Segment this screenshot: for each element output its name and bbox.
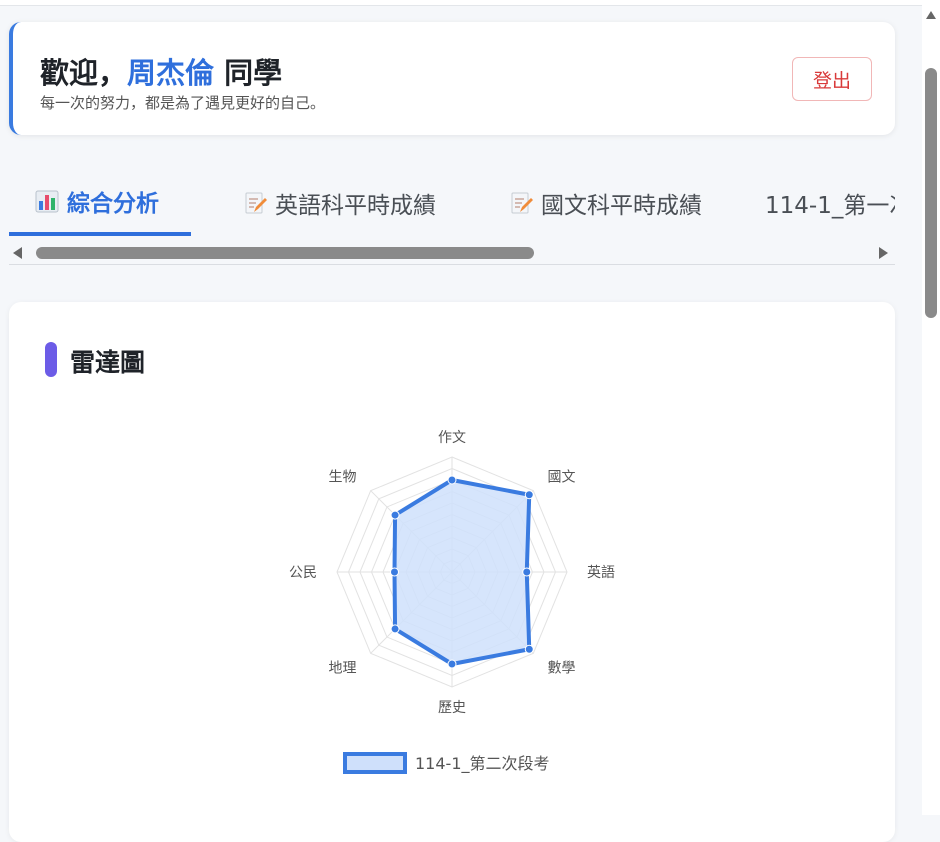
radar-data-point (524, 644, 534, 654)
radar-axis-label: 公民 (289, 565, 317, 581)
radar-axis-label: 數學 (547, 660, 575, 676)
page-scrollbar[interactable] (922, 0, 940, 815)
logout-button[interactable]: 登出 (792, 57, 872, 101)
radar-chart: 作文國文英語數學歷史 地理 公民 生物 114-1_第二次段考 (289, 430, 615, 774)
welcome-prefix: 歡迎， (40, 56, 128, 90)
welcome-suffix: 同學 (214, 56, 283, 90)
radar-axis-label: 英語 (587, 564, 615, 581)
legend-swatch (343, 752, 407, 774)
bar-chart-icon (35, 189, 59, 213)
radar-data-point (522, 567, 532, 577)
scroll-right-icon[interactable] (879, 247, 888, 259)
tab-scrollbar[interactable] (9, 242, 895, 265)
legend-label: 114-1_第二次段考 (415, 754, 550, 774)
tab-label: 英語科平時成績 (275, 193, 436, 219)
radar-data-point (524, 490, 534, 500)
radar-axis-label: 地理 (329, 660, 357, 676)
radar-axis-label: 生物 (329, 470, 357, 486)
scroll-left-icon[interactable] (13, 247, 22, 259)
radar-axis-label: 歷史 (438, 700, 466, 716)
radar-data-point (447, 659, 457, 669)
radar-series-area (392, 478, 532, 666)
tab-label: 國文科平時成績 (541, 193, 702, 219)
radar-series (390, 475, 534, 669)
tab-label: 綜合分析 (67, 191, 159, 217)
radar-data-point (390, 567, 399, 577)
tab-chinese-scores[interactable]: 國文科平時成績 (455, 170, 721, 236)
memo-icon (509, 191, 533, 215)
tab-first-exam[interactable]: 114-1_第一次段考 (721, 170, 895, 236)
radar-axis-label: 作文 (438, 430, 466, 446)
top-strip (0, 0, 922, 6)
page-scroll-thumb[interactable] (925, 68, 937, 318)
radar-axis-label: 國文 (547, 470, 575, 486)
tab-bar: 綜合分析 英語科平時成績 國文科平時成績 114-1_第一 (9, 170, 895, 266)
scroll-up-icon[interactable] (926, 11, 936, 19)
tab-divider (9, 264, 895, 265)
tab-scroll-thumb[interactable] (36, 247, 534, 259)
tab-overall-analysis[interactable]: 綜合分析 (9, 170, 191, 236)
tab-english-scores[interactable]: 英語科平時成績 (191, 170, 455, 236)
radar-data-point (390, 624, 400, 634)
student-name: 周杰倫 (127, 56, 215, 90)
memo-icon (243, 191, 267, 215)
motto-text: 每一次的努力，都是為了遇見更好的自己。 (40, 94, 326, 112)
welcome-heading: 歡迎，周杰倫 同學 (40, 50, 282, 92)
welcome-header: 歡迎，周杰倫 同學 每一次的努力，都是為了遇見更好的自己。 登出 (9, 22, 895, 135)
radar-legend: 114-1_第二次段考 (343, 752, 550, 774)
tab-label: 114-1_第一次段考 (765, 193, 895, 219)
radar-data-point (447, 475, 457, 485)
radar-data-point (390, 510, 400, 520)
